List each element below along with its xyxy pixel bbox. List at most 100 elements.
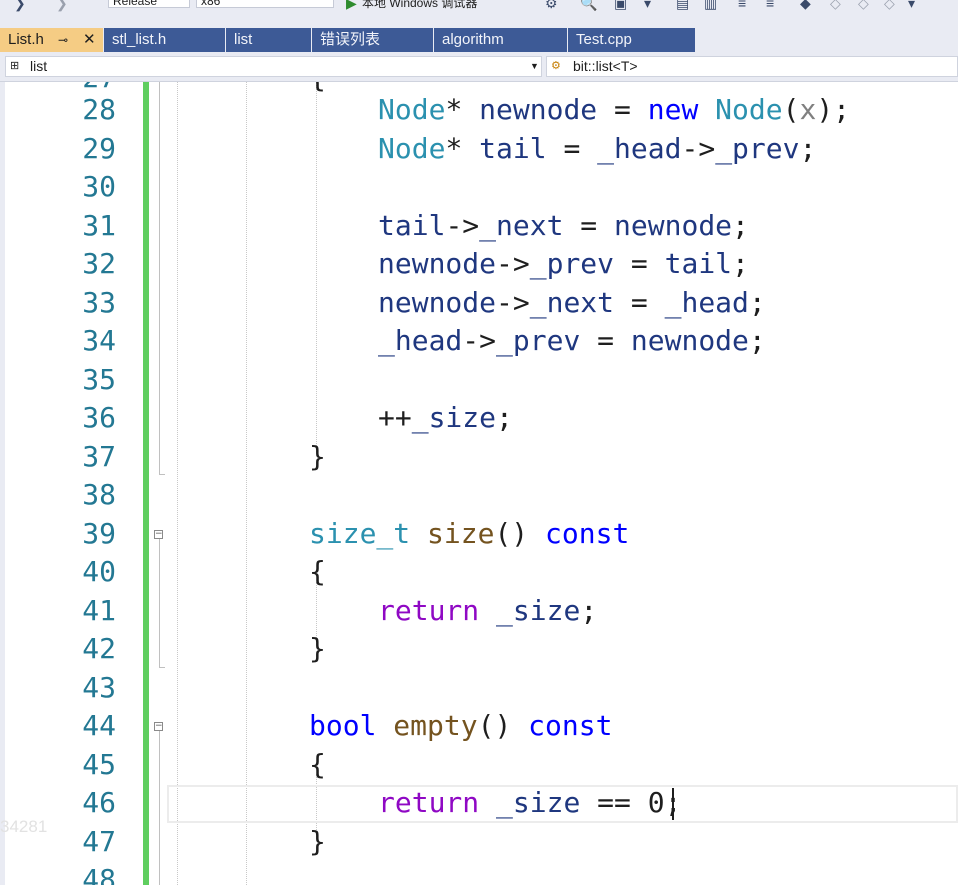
- code-line-41[interactable]: 41 return _size;: [0, 592, 958, 630]
- function-token: size: [410, 517, 495, 550]
- code-line-46[interactable]: 46 return _size == 0;: [0, 784, 958, 822]
- tab-error-list[interactable]: 错误列表: [312, 28, 434, 52]
- run-icon[interactable]: ▶: [346, 0, 357, 10]
- comment-icon[interactable]: ≡: [738, 0, 746, 10]
- operator-token: ->: [496, 247, 530, 280]
- keyword-token: new: [647, 93, 699, 126]
- clear-bookmark-icon[interactable]: ◇: [884, 0, 895, 10]
- punct-token: ;: [748, 286, 766, 319]
- code-text: bool empty() const: [309, 707, 612, 745]
- tab-list-h[interactable]: List.h ⊸ ✕: [0, 28, 104, 52]
- code-line-42[interactable]: 42 }: [0, 630, 958, 668]
- next-bookmark-icon[interactable]: ◇: [858, 0, 869, 10]
- member-token: _next: [529, 286, 615, 319]
- code-line-28[interactable]: 28 Node* newnode = new Node(x);: [0, 91, 958, 129]
- prev-bookmark-icon[interactable]: ◇: [830, 0, 841, 10]
- line-number: 46: [82, 786, 116, 819]
- punct-token: (: [782, 93, 800, 126]
- punct-token: (): [477, 709, 512, 742]
- dropdown-arrow-icon[interactable]: ▾: [644, 0, 651, 10]
- screenshot-icon[interactable]: ▣: [614, 0, 627, 10]
- member-dropdown[interactable]: ⚙ bit::list<T>: [546, 56, 958, 77]
- code-line-45[interactable]: 45 {: [0, 746, 958, 784]
- project-icon: ⊞: [10, 60, 20, 72]
- platform-dropdown[interactable]: x86: [196, 0, 334, 8]
- code-line-38[interactable]: 38: [0, 476, 958, 514]
- code-line-33[interactable]: 33 newnode->_next = _head;: [0, 284, 958, 322]
- code-editor[interactable]: − − 34281 27 { 28 Node* newnode = new No…: [0, 82, 958, 885]
- code-line-32[interactable]: 32 newnode->_prev = tail;: [0, 245, 958, 283]
- code-line-30[interactable]: 30: [0, 168, 958, 206]
- keyword-token: const: [511, 709, 613, 742]
- line-number: 31: [82, 209, 116, 242]
- tab-list[interactable]: list: [226, 28, 312, 52]
- forward-icon[interactable]: ❯: [56, 0, 68, 10]
- toolbar: ❯ ❯ Release x86 ▶ 本地 Windows 调试器 ⚙ 🔍 ▣ ▾…: [0, 0, 958, 28]
- tab-test-cpp[interactable]: Test.cpp: [568, 28, 696, 52]
- keyword-token: const: [528, 517, 630, 550]
- overflow-icon[interactable]: ▾: [908, 0, 915, 10]
- back-icon[interactable]: ❯: [14, 0, 26, 10]
- operator-token: ->: [496, 286, 530, 319]
- code-text: newnode->_next = _head;: [378, 284, 766, 322]
- code-line-29[interactable]: 29 Node* tail = _head->_prev;: [0, 130, 958, 168]
- attach-icon[interactable]: ⚙: [545, 0, 558, 10]
- line-number: 44: [82, 709, 116, 742]
- operator-token: =: [597, 93, 648, 126]
- code-line-31[interactable]: 31 tail->_next = newnode;: [0, 207, 958, 245]
- dropdown-arrow-icon[interactable]: ▼: [530, 57, 539, 76]
- code-line-34[interactable]: 34 _head->_prev = newnode;: [0, 322, 958, 360]
- operator-token: =: [614, 247, 665, 280]
- operator-token: ->: [681, 132, 716, 165]
- line-number: 33: [82, 286, 116, 319]
- uncomment-icon[interactable]: ≡: [766, 0, 774, 10]
- code-text: ++_size;: [378, 399, 513, 437]
- find-icon[interactable]: 🔍: [580, 0, 597, 10]
- variable-token: newnode: [378, 247, 497, 280]
- function-token: empty: [376, 709, 478, 742]
- line-number: 45: [82, 748, 116, 781]
- run-target-label[interactable]: 本地 Windows 调试器: [362, 0, 477, 10]
- member-token: _prev: [715, 132, 800, 165]
- tab-stl-list-h[interactable]: stl_list.h: [104, 28, 226, 52]
- bookmark-icon[interactable]: ◆: [800, 0, 811, 10]
- close-icon[interactable]: ✕: [83, 28, 96, 52]
- tab-label: List.h: [8, 31, 44, 48]
- layout-icon[interactable]: ▤: [676, 0, 689, 10]
- code-line-37[interactable]: 37 }: [0, 438, 958, 476]
- code-line-40[interactable]: 40 {: [0, 553, 958, 591]
- code-line-47[interactable]: 47 }: [0, 823, 958, 861]
- tab-label: 错误列表: [320, 31, 381, 48]
- navigation-bar: ⊞ list ▼ ⚙ bit::list<T>: [0, 52, 958, 82]
- operator-token: =: [614, 286, 665, 319]
- tab-algorithm[interactable]: algorithm: [434, 28, 568, 52]
- code-line-48[interactable]: 48: [0, 861, 958, 885]
- configuration-dropdown[interactable]: Release: [108, 0, 190, 8]
- line-number: 30: [82, 170, 116, 203]
- code-line-39[interactable]: 39 size_t size() const: [0, 515, 958, 553]
- member-token: _size: [479, 594, 581, 627]
- operator-token: =: [546, 132, 598, 165]
- operator-token: ==: [580, 786, 648, 819]
- code-line-44[interactable]: 44 bool empty() const: [0, 707, 958, 745]
- line-number: 36: [82, 401, 116, 434]
- split-icon[interactable]: ▥: [704, 0, 717, 10]
- variable-token: newnode: [462, 93, 598, 126]
- member-token: _size: [411, 401, 497, 434]
- code-line-35[interactable]: 35: [0, 361, 958, 399]
- variable-token: newnode: [378, 286, 497, 319]
- brace: }: [309, 440, 326, 473]
- code-line-43[interactable]: 43: [0, 669, 958, 707]
- code-text: Node* newnode = new Node(x);: [378, 91, 850, 129]
- line-number: 32: [82, 247, 116, 280]
- code-text: return _size;: [378, 592, 597, 630]
- pin-icon[interactable]: ⊸: [58, 28, 68, 52]
- member-token: _size: [479, 786, 581, 819]
- code-line-36[interactable]: 36 ++_size;: [0, 399, 958, 437]
- scope-dropdown[interactable]: ⊞ list ▼: [5, 56, 542, 77]
- punct-token: ;: [496, 401, 513, 434]
- line-number: 43: [82, 671, 116, 704]
- member-token: _head: [664, 286, 749, 319]
- type-token: Node: [698, 93, 783, 126]
- tab-label: algorithm: [442, 31, 504, 48]
